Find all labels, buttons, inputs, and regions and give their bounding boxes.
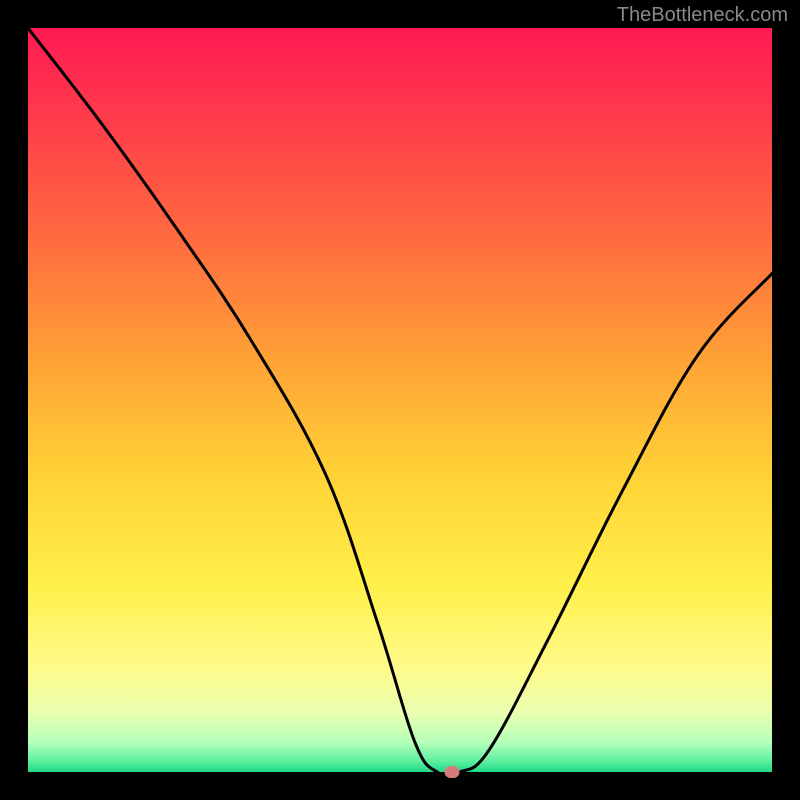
watermark-text: TheBottleneck.com	[617, 4, 788, 27]
bottleneck-curve	[28, 28, 772, 772]
optimal-point-marker	[445, 766, 460, 778]
plot-area	[28, 28, 772, 772]
chart-container: TheBottleneck.com	[0, 0, 800, 800]
